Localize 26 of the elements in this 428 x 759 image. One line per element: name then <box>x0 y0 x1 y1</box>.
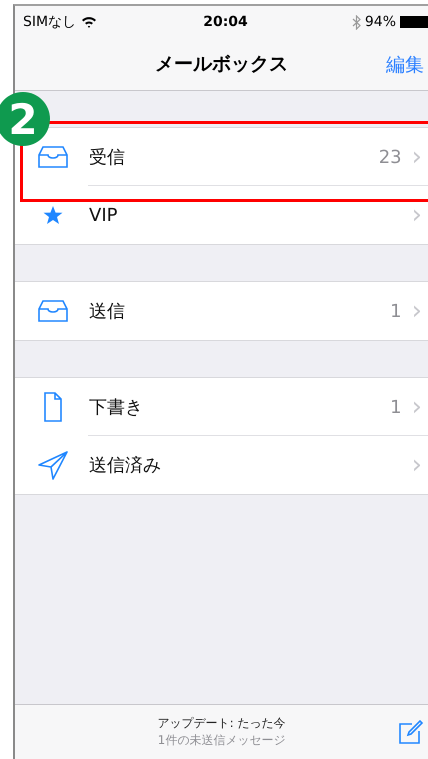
mailbox-row[interactable]: 送信済み › <box>15 436 428 494</box>
mailbox-row[interactable]: 下書き 1 › <box>15 378 428 436</box>
unsent-messages-text: 1件の未送信メッセージ <box>158 732 286 749</box>
chevron-icon: › <box>412 298 422 324</box>
nav-title: メールボックス <box>155 52 288 77</box>
count-text: 23 <box>378 146 402 168</box>
wifi-icon <box>81 16 98 28</box>
update-status-text: アップデート: たった今 <box>158 715 286 732</box>
battery-text: 94% <box>364 14 396 30</box>
chevron-icon: › <box>412 144 422 170</box>
edit-button[interactable]: 編集 <box>386 52 424 78</box>
mailbox-row[interactable]: VIP › <box>15 186 428 244</box>
count-text: 1 <box>390 396 402 418</box>
carrier-text: SIMなし <box>23 13 76 31</box>
chevron-icon: › <box>412 394 422 420</box>
chevron-icon: › <box>412 202 422 228</box>
tray-icon <box>37 300 69 322</box>
mailbox-row[interactable]: 送信 1 › <box>15 282 428 340</box>
chevron-icon: › <box>412 452 422 478</box>
bluetooth-icon <box>352 14 361 30</box>
tray-icon <box>37 146 69 168</box>
compose-icon[interactable] <box>398 719 424 745</box>
battery-icon <box>400 16 428 28</box>
paper-plane-icon <box>37 449 69 481</box>
clock-text: 20:04 <box>203 14 248 30</box>
count-text: 1 <box>390 300 402 322</box>
